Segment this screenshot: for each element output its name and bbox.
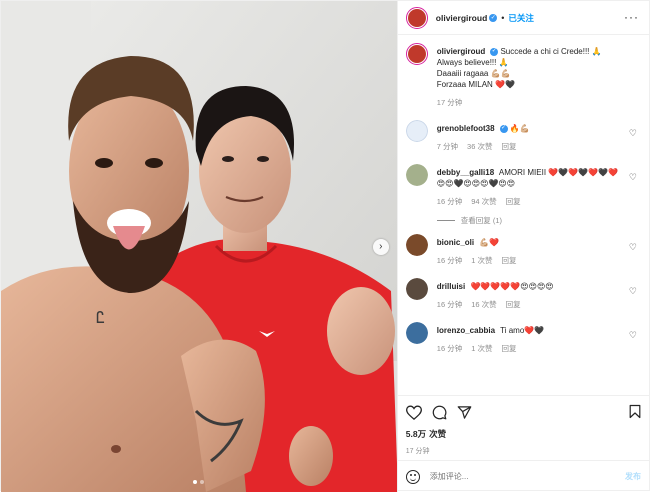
- caption-text: oliviergiroud ✓ Succede a chi ci Crede!!!…: [437, 46, 627, 90]
- comment-likes[interactable]: 1 次赞: [471, 255, 492, 266]
- reply-button[interactable]: 回复: [506, 299, 521, 310]
- replies-divider: [436, 220, 455, 221]
- carousel-dot: [200, 480, 205, 484]
- commenter-avatar[interactable]: [405, 164, 428, 186]
- emoji-icon[interactable]: [405, 469, 420, 484]
- post-header: oliviergiroud ✓ • 已关注 ···: [397, 1, 649, 35]
- commenter-username[interactable]: drilluisi: [437, 282, 465, 291]
- comment-likes[interactable]: 94 次赞: [471, 196, 496, 207]
- comment-icon[interactable]: [432, 405, 447, 420]
- commenter-username[interactable]: debby__galli18: [437, 168, 494, 177]
- comment-text: ❤️❤️❤️❤️❤️😍😍😍😍: [470, 282, 554, 291]
- comment-time: 16 分钟: [436, 256, 463, 265]
- comment-item: debby__galli18 AMORI MIEII ❤️🖤❤️🖤❤️🖤❤️ 😍…: [405, 164, 641, 207]
- comment-time: 16 分钟: [436, 300, 463, 309]
- svg-text:Ꮭ: Ꮭ: [96, 308, 105, 327]
- commenter-avatar[interactable]: [405, 322, 428, 344]
- comment-item: drilluisi ❤️❤️❤️❤️❤️😍😍😍😍 16 分钟 16 次赞 回复 ♡: [405, 278, 641, 310]
- comment-input[interactable]: [429, 472, 625, 481]
- share-icon[interactable]: [457, 405, 472, 420]
- commenter-username[interactable]: grenoblefoot38: [437, 124, 495, 133]
- comment-likes[interactable]: 1 次赞: [471, 343, 492, 354]
- comment-item: bionic_oli 💪🏼❤️ 16 分钟 1 次赞 回复 ♡: [405, 234, 641, 266]
- caption-line-4: Forzaaa MILAN ❤️🖤: [436, 80, 515, 89]
- verified-badge-icon: ✓: [490, 47, 499, 56]
- photo-illustration: Ꮭ: [1, 1, 397, 492]
- comment-likes[interactable]: 36 次赞: [467, 141, 492, 152]
- comment-like-heart-icon[interactable]: ♡: [629, 330, 637, 341]
- comment-like-heart-icon[interactable]: ♡: [629, 128, 637, 139]
- carousel-next-button[interactable]: ›: [372, 239, 389, 255]
- reply-button[interactable]: 回复: [501, 255, 516, 266]
- likes-count[interactable]: 5.8万 次赞: [406, 428, 641, 440]
- reply-button[interactable]: 回复: [501, 141, 516, 152]
- comment-likes[interactable]: 16 次赞: [471, 299, 496, 310]
- verified-badge-icon: ✓: [489, 13, 498, 22]
- view-replies-button[interactable]: 查看回复 (1): [436, 215, 641, 226]
- caption-time: 17 分钟: [436, 98, 463, 107]
- view-replies-label[interactable]: 查看回复 (1): [461, 215, 502, 226]
- post-timestamp: 17 分钟: [405, 448, 430, 455]
- instagram-post-modal: Ꮭ › oliviergiroud ✓ • 已关注 ··· oliviergir…: [0, 0, 650, 492]
- more-options-icon[interactable]: ···: [624, 11, 639, 23]
- comment-item: grenoblefoot38 ✓ 🔥💪🏼 7 分钟 36 次赞 回复 ♡: [405, 120, 641, 152]
- comments-list[interactable]: oliviergiroud ✓ Succede a chi ci Crede!!!…: [398, 35, 649, 395]
- caption-line-2: Always believe!!! 🙏: [436, 58, 509, 67]
- comment-time: 7 分钟: [436, 142, 459, 151]
- caption-username[interactable]: oliviergiroud: [437, 47, 485, 56]
- post-comment-button[interactable]: 发布: [625, 471, 641, 482]
- commenter-username[interactable]: lorenzo_cabbia: [437, 326, 495, 335]
- commenter-avatar[interactable]: [405, 278, 428, 300]
- caption-line-1: Succede a chi ci Crede!!! 🙏: [500, 47, 602, 56]
- commenter-username[interactable]: bionic_oli: [437, 238, 474, 247]
- heart-icon[interactable]: [405, 404, 422, 420]
- author-username[interactable]: oliviergiroud: [436, 13, 487, 23]
- reply-button[interactable]: 回复: [501, 343, 516, 354]
- comment-like-heart-icon[interactable]: ♡: [629, 172, 637, 183]
- comment-like-heart-icon[interactable]: ♡: [629, 242, 637, 253]
- comment-text: 💪🏼❤️: [479, 238, 500, 247]
- following-button[interactable]: 已关注: [508, 12, 534, 24]
- likes-number: 5.8万: [405, 429, 427, 439]
- post-photo[interactable]: Ꮭ ›: [1, 1, 397, 492]
- post-actions: 5.8万 次赞 17 分钟: [397, 395, 649, 460]
- likes-label: 次赞: [429, 429, 447, 439]
- carousel-indicator: [1, 480, 397, 484]
- header-separator: •: [501, 12, 505, 23]
- post-side-panel: oliviergiroud ✓ • 已关注 ··· oliviergiroud ✓…: [396, 1, 649, 492]
- carousel-dot-active: [193, 480, 198, 484]
- comment-like-heart-icon[interactable]: ♡: [629, 286, 637, 297]
- caption-avatar[interactable]: [405, 43, 428, 65]
- caption-line-3: Daaaiii ragaaa 💪🏼💪🏼: [436, 69, 511, 78]
- commenter-avatar[interactable]: [405, 120, 428, 142]
- comment-item: lorenzo_cabbia Ti amo❤️🖤 16 分钟 1 次赞 回复 ♡: [405, 322, 641, 354]
- comment-time: 16 分钟: [436, 344, 463, 353]
- comment-time: 16 分钟: [436, 197, 463, 206]
- commenter-avatar[interactable]: [405, 234, 428, 256]
- comment-text: Ti amo❤️🖤: [500, 326, 545, 335]
- bookmark-icon[interactable]: [629, 404, 641, 419]
- author-avatar[interactable]: [405, 6, 428, 29]
- caption-row: oliviergiroud ✓ Succede a chi ci Crede!!!…: [405, 43, 641, 108]
- add-comment-bar: 发布: [397, 460, 649, 492]
- reply-button[interactable]: 回复: [506, 196, 521, 207]
- comment-text: 🔥💪🏼: [509, 124, 530, 133]
- verified-badge-icon: ✓: [499, 124, 508, 133]
